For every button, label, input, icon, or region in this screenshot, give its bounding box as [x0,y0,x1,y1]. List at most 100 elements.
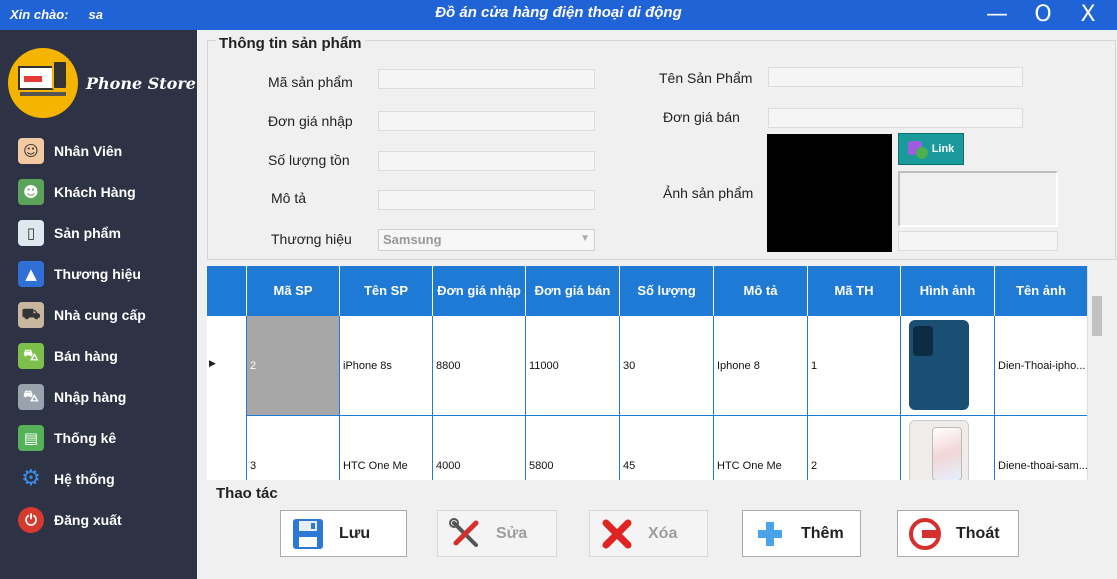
cell-mo-ta[interactable]: Iphone 8 [714,316,808,416]
phone-icon: ▯ [18,219,44,246]
plus-icon [753,517,787,551]
column-header[interactable]: Đơn giá bán [526,266,620,316]
edit-button-label: Sửa [496,524,528,542]
cell-don-gia-ban[interactable]: 5800 [526,416,620,480]
sidebar-item-label: Bán hàng [54,347,118,364]
exit-icon [908,517,942,551]
sidebar-item-thong-ke[interactable]: ▤ Thống kê [0,417,197,458]
product-info-title: Thông tin sản phẩm [216,35,365,52]
cell-hinh-anh[interactable] [901,416,995,480]
column-header[interactable]: Tên ảnh [995,266,1087,316]
current-row-icon: ▶ [209,358,216,368]
exit-button[interactable]: Thoát [897,510,1019,557]
column-header[interactable]: Mô tả [714,266,808,316]
column-header[interactable]: Tên SP [340,266,433,316]
row-header[interactable]: ▶ [207,316,247,416]
sidebar-item-nhap-hang[interactable]: ⛍ Nhập hàng [0,376,197,417]
save-button-label: Lưu [339,524,371,542]
product-id-label: Mã sản phẩm [268,74,353,90]
title-bar: Xin chào: sa Đồ án cửa hàng điện thoại di… [0,0,1117,30]
row-header[interactable] [207,416,247,480]
cell-don-gia-ban[interactable]: 11000 [526,316,620,416]
cell-don-gia-nhap[interactable]: 4000 [433,416,526,480]
description-field[interactable] [378,190,595,210]
product-grid: Mã SP Tên SP Đơn giá nhập Đơn giá bán Số… [207,266,1087,480]
cell-ma-sp[interactable]: 2 [247,316,340,416]
actions-title: Thao tác [216,485,278,502]
cell-don-gia-nhap[interactable]: 8800 [433,316,526,416]
sidebar-item-khach-hang[interactable]: ☻ Khách Hàng [0,171,197,212]
maximize-button[interactable]: O [1023,2,1063,28]
main-panel: Thông tin sản phẩm Mã sản phẩm Đơn giá n… [197,30,1117,579]
stock-label: Số lượng tồn [268,152,350,168]
grid-header-corner [207,266,247,316]
cart-icon: ⛍ [18,383,44,410]
logo-text: Phone Store [86,74,196,93]
sidebar-item-label: Thống kê [54,429,117,446]
sidebar-item-nhan-vien[interactable]: ☺ Nhân Viên [0,130,197,171]
cell-so-luong[interactable]: 45 [620,416,714,480]
save-button[interactable]: Lưu [280,510,407,557]
sidebar-item-nha-cung-cap[interactable]: ⛟ Nhà cung cấp [0,294,197,335]
table-row[interactable]: 2 iPhone 8s 8800 11000 30 Iphone 8 1 Die… [247,316,1087,416]
gear-icon: ⚙ [21,466,41,491]
product-name-field[interactable] [768,67,1023,87]
sidebar-item-label: Đăng xuất [54,511,122,528]
cell-mo-ta[interactable]: HTC One Me [714,416,808,480]
cell-ten-anh[interactable]: Dien-Thoai-ipho... [995,316,1087,416]
brand-select-value: Samsung [383,232,442,247]
column-header[interactable]: Số lượng [620,266,714,316]
import-price-label: Đơn giá nhập [268,113,353,129]
add-button[interactable]: Thêm [742,510,861,557]
samsung-thumbnail [909,420,969,480]
cell-ten-anh[interactable]: Diene-thoai-sam... [995,416,1087,480]
exit-button-label: Thoát [956,524,1000,542]
import-price-field[interactable] [378,111,595,131]
delete-button-label: Xóa [648,524,678,542]
grid-header: Mã SP Tên SP Đơn giá nhập Đơn giá bán Số… [207,266,1087,316]
brand-label: Thương hiệu [271,231,352,247]
scrollbar-thumb[interactable] [1092,296,1102,336]
column-header[interactable]: Hình ảnh [901,266,995,316]
folder-icon: ▲ [18,260,44,287]
window-title: Đồ án cửa hàng điện thoại di động [435,4,682,21]
cell-ten-sp[interactable]: HTC One Me [340,416,433,480]
cell-ten-sp[interactable]: iPhone 8s [340,316,433,416]
cell-so-luong[interactable]: 30 [620,316,714,416]
sidebar-item-san-pham[interactable]: ▯ Sản phẩm [0,212,197,253]
column-header[interactable]: Mã SP [247,266,340,316]
cell-hinh-anh[interactable] [901,316,995,416]
edit-button[interactable]: Sửa [437,510,557,557]
close-button[interactable]: X [1068,2,1108,28]
image-name-field[interactable] [898,231,1058,251]
store-logo-icon [8,48,78,118]
table-row[interactable]: 3 HTC One Me 4000 5800 45 HTC One Me 2 D… [247,416,1087,480]
sidebar-item-label: Nhân Viên [54,142,123,159]
sidebar-item-he-thong[interactable]: ⚙ Hệ thống [0,458,197,499]
cell-ma-th[interactable]: 1 [808,316,901,416]
cell-ma-sp[interactable]: 3 [247,416,340,480]
sale-price-field[interactable] [768,108,1023,128]
sidebar-item-ban-hang[interactable]: ⛍ Bán hàng [0,335,197,376]
sidebar-item-dang-xuat[interactable]: ⏻ Đăng xuất [0,499,197,540]
floppy-disk-icon [291,517,325,551]
minimize-button[interactable]: — [977,2,1017,28]
customers-icon: ☻ [18,178,44,205]
cart-icon: ⛍ [18,342,44,369]
column-header[interactable]: Đơn giá nhập [433,266,526,316]
sidebar: Phone Store ☺ Nhân Viên ☻ Khách Hàng ▯ S… [0,30,197,579]
brand-select[interactable]: Samsung ▼ [378,229,595,251]
grid-scrollbar[interactable] [1087,266,1106,480]
column-header[interactable]: Mã TH [808,266,901,316]
link-button[interactable]: Link [898,133,964,165]
product-info-group: Thông tin sản phẩm Mã sản phẩm Đơn giá n… [207,35,1116,260]
sidebar-item-label: Sản phẩm [54,224,121,241]
sidebar-item-thuong-hieu[interactable]: ▲ Thương hiệu [0,253,197,294]
delete-button[interactable]: Xóa [589,510,708,557]
product-image-label: Ảnh sản phẩm [663,185,754,201]
cell-ma-th[interactable]: 2 [808,416,901,480]
stock-field[interactable] [378,151,595,171]
add-button-label: Thêm [801,524,844,542]
image-path-box[interactable] [898,171,1058,227]
product-id-field[interactable] [378,69,595,89]
